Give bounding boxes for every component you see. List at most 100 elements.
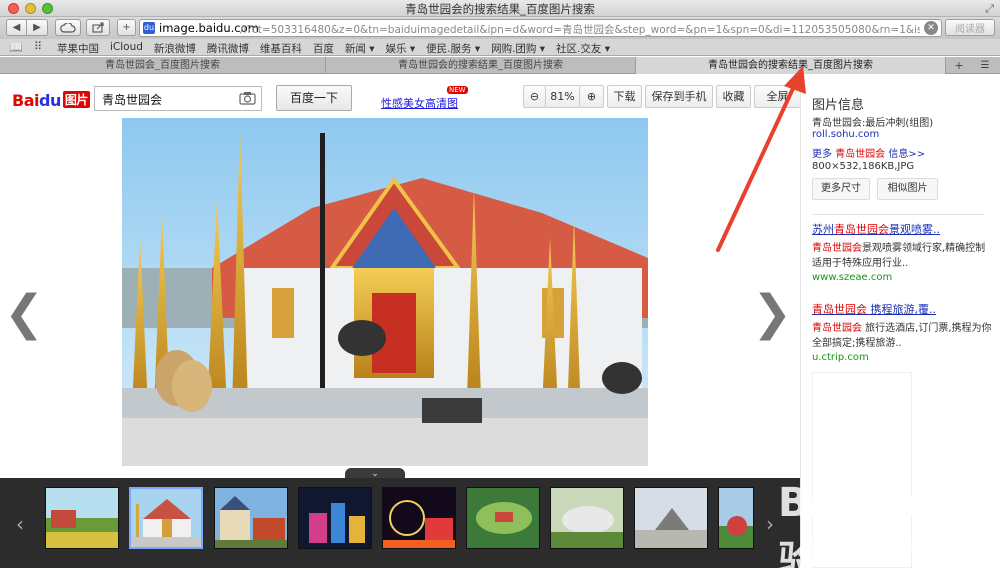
bookmark-item[interactable]: 苹果中国 xyxy=(57,41,99,56)
image-viewer: ❮ ❯ ⌄ xyxy=(0,118,800,480)
promo-link[interactable]: 性感美女高清图 xyxy=(381,95,458,111)
browser-toolbar: ◀ ▶ + du image.baidu.com /i?ct=503316480… xyxy=(0,17,1000,39)
bookmark-item[interactable]: 腾讯微博 xyxy=(207,41,249,56)
bookmark-item[interactable]: 维基百科 xyxy=(260,41,302,56)
divider xyxy=(812,214,984,215)
new-badge: NEW xyxy=(447,86,468,94)
filmstrip-prev-arrow[interactable]: ‹ xyxy=(16,512,24,536)
browser-tab-active[interactable]: 青岛世园会的搜索结果_百度图片搜索 xyxy=(636,57,946,74)
share-button[interactable] xyxy=(86,19,110,36)
viewer-header: Baidu 图片 青岛世园会 百度一下 性感美女高清图 NEW ⊖ 81% ⊕ 下… xyxy=(0,74,800,118)
filmstrip-next-arrow[interactable]: › xyxy=(766,512,774,536)
thumbnail[interactable] xyxy=(214,487,288,549)
image-source-link[interactable]: roll.sohu.com xyxy=(812,129,879,140)
browser-tab[interactable]: 青岛世园会的搜索结果_百度图片搜索 xyxy=(326,57,636,74)
search-field[interactable]: 青岛世园会 xyxy=(94,86,262,111)
bookmark-item[interactable]: iCloud xyxy=(110,41,143,56)
main-photo[interactable] xyxy=(122,118,648,466)
zoom-in-button[interactable]: ⊕ xyxy=(579,85,604,108)
address-bar[interactable]: du image.baidu.com /i?ct=503316480&z=0&t… xyxy=(139,19,942,37)
thumbnail-active[interactable] xyxy=(129,487,203,549)
search-button[interactable]: 百度一下 xyxy=(276,85,352,111)
bookmark-item[interactable]: 新闻 ▾ xyxy=(345,41,375,56)
cloud-icon xyxy=(60,22,76,33)
share-icon xyxy=(91,22,104,33)
favorite-button[interactable]: 收藏 xyxy=(716,85,751,108)
image-dimensions: 800×532,186KB,JPG xyxy=(812,161,915,172)
save-to-phone-button[interactable]: 保存到手机 xyxy=(645,85,713,108)
tab-overview-icon[interactable]: ☰ xyxy=(975,59,995,72)
search-input-value: 青岛世园会 xyxy=(102,93,163,107)
download-button[interactable]: 下载 xyxy=(607,85,642,108)
icloud-tabs-button[interactable] xyxy=(55,19,81,36)
camera-icon[interactable] xyxy=(239,91,256,105)
bookmark-item[interactable]: 网购.团购 ▾ xyxy=(491,41,545,56)
more-suffix: 信息>> xyxy=(885,149,926,160)
ad-description: 青岛世园会景观喷雾领域行家,精确控制适用于特殊应用行业.. xyxy=(812,241,992,271)
top-sites-grid-icon[interactable]: ⠿ xyxy=(34,40,42,53)
zoom-level: 81% xyxy=(546,85,579,108)
ad-title-keyword: 青岛世园会 xyxy=(834,223,889,236)
bookmark-item[interactable]: 便民.服务 ▾ xyxy=(426,41,480,56)
ad-placeholder xyxy=(812,372,912,568)
ad-title-link[interactable]: 苏州青岛世园会景观喷雾.. xyxy=(812,221,992,237)
baidu-image-logo[interactable]: Baidu 图片 xyxy=(12,91,90,110)
next-image-arrow[interactable]: ❯ xyxy=(752,289,792,337)
ad-url[interactable]: www.szeae.com xyxy=(812,272,992,283)
sponsored-result[interactable]: 苏州青岛世园会景观喷雾.. 青岛世园会景观喷雾领域行家,精确控制适用于特殊应用行… xyxy=(812,221,992,283)
thumbnail[interactable] xyxy=(634,487,708,549)
window-title: 青岛世园会的搜索结果_百度图片搜索 xyxy=(405,2,595,16)
previous-image-arrow[interactable]: ❮ xyxy=(4,289,44,337)
thumbnail[interactable] xyxy=(45,487,119,549)
add-tab-icon[interactable]: + xyxy=(948,59,970,72)
more-prefix: 更多 xyxy=(812,149,836,160)
ad-desc-keyword: 青岛世园会 xyxy=(812,323,862,334)
window-titlebar: 青岛世园会的搜索结果_百度图片搜索 ⤢ xyxy=(0,0,1000,17)
sponsored-result[interactable]: 青岛世园会 携程旅游,覆.. 青岛世园会 旅行选酒店,订门票,携程为你全部搞定;… xyxy=(812,301,992,363)
more-keyword: 青岛世园会 xyxy=(835,149,886,160)
bookmark-item[interactable]: 社区.交友 ▾ xyxy=(556,41,610,56)
new-tab-button[interactable]: + xyxy=(117,19,136,36)
image-info-title: 图片信息 xyxy=(812,98,865,113)
clear-url-icon[interactable]: ✕ xyxy=(924,21,938,35)
thai-temple-photo xyxy=(122,118,648,466)
ad-description: 青岛世园会 旅行选酒店,订门票,携程为你全部搞定;携程旅游.. xyxy=(812,321,992,351)
logo-pic: 图片 xyxy=(62,91,90,108)
tab-bar: 青岛世园会_百度图片搜索 青岛世园会的搜索结果_百度图片搜索 青岛世园会的搜索结… xyxy=(0,57,1000,74)
similar-images-button[interactable]: 相似图片 xyxy=(877,178,938,200)
forward-button[interactable]: ▶ xyxy=(27,19,48,36)
thumbnail[interactable] xyxy=(298,487,372,549)
browser-tab[interactable]: 青岛世园会_百度图片搜索 xyxy=(0,57,326,74)
baidu-favicon-icon: du xyxy=(143,22,155,34)
more-sizes-button[interactable]: 更多尺寸 xyxy=(812,178,870,200)
ad-title-pre: 苏州 xyxy=(812,223,834,236)
zoom-out-button[interactable]: ⊖ xyxy=(523,85,546,108)
thumbnail[interactable] xyxy=(718,487,754,549)
more-info-link[interactable]: 更多 青岛世园会 信息>> xyxy=(812,145,925,160)
fullscreen-button[interactable]: 全屏 xyxy=(754,85,800,108)
bookmark-list: 苹果中国 iCloud 新浪微博 腾讯微博 维基百科 百度 新闻 ▾ 娱乐 ▾ … xyxy=(57,41,610,56)
logo-du: du xyxy=(38,91,61,110)
enter-fullscreen-icon[interactable]: ⤢ xyxy=(985,2,994,16)
ad-title-post: 景观喷雾.. xyxy=(889,223,940,236)
bookmark-item[interactable]: 新浪微博 xyxy=(154,41,196,56)
bookmark-item[interactable]: 娱乐 ▾ xyxy=(386,41,416,56)
ad-title-link[interactable]: 青岛世园会 携程旅游,覆.. xyxy=(812,301,992,317)
bookmarks-book-icon[interactable]: 📖 xyxy=(9,41,23,54)
thumbnail[interactable] xyxy=(382,487,456,549)
thumbnail-strip: ‹ › xyxy=(0,478,800,568)
reader-button[interactable]: 阅读器 xyxy=(945,19,995,36)
thumbnail[interactable] xyxy=(550,487,624,549)
image-info-panel: 图片信息 青岛世园会:最后冲刺(组图) roll.sohu.com 更多 青岛世… xyxy=(800,74,1000,568)
thumbnail[interactable] xyxy=(466,487,540,549)
ad-title-keyword: 青岛世园会 xyxy=(812,303,867,316)
logo-bai: Bai xyxy=(12,91,39,110)
url-path: /i?ct=503316480&z=0&tn=baiduimagedetail&… xyxy=(240,24,920,36)
bookmark-item[interactable]: 百度 xyxy=(313,41,334,56)
ad-desc-keyword: 青岛世园会 xyxy=(812,243,862,254)
ad-url[interactable]: u.ctrip.com xyxy=(812,352,992,363)
bookmarks-bar: 📖 ⠿ 苹果中国 iCloud 新浪微博 腾讯微博 维基百科 百度 新闻 ▾ 娱… xyxy=(0,39,1000,56)
back-button[interactable]: ◀ xyxy=(6,19,27,36)
image-caption: 青岛世园会:最后冲刺(组图) xyxy=(812,118,934,129)
ad-title-post: 携程旅游,覆.. xyxy=(867,303,936,316)
